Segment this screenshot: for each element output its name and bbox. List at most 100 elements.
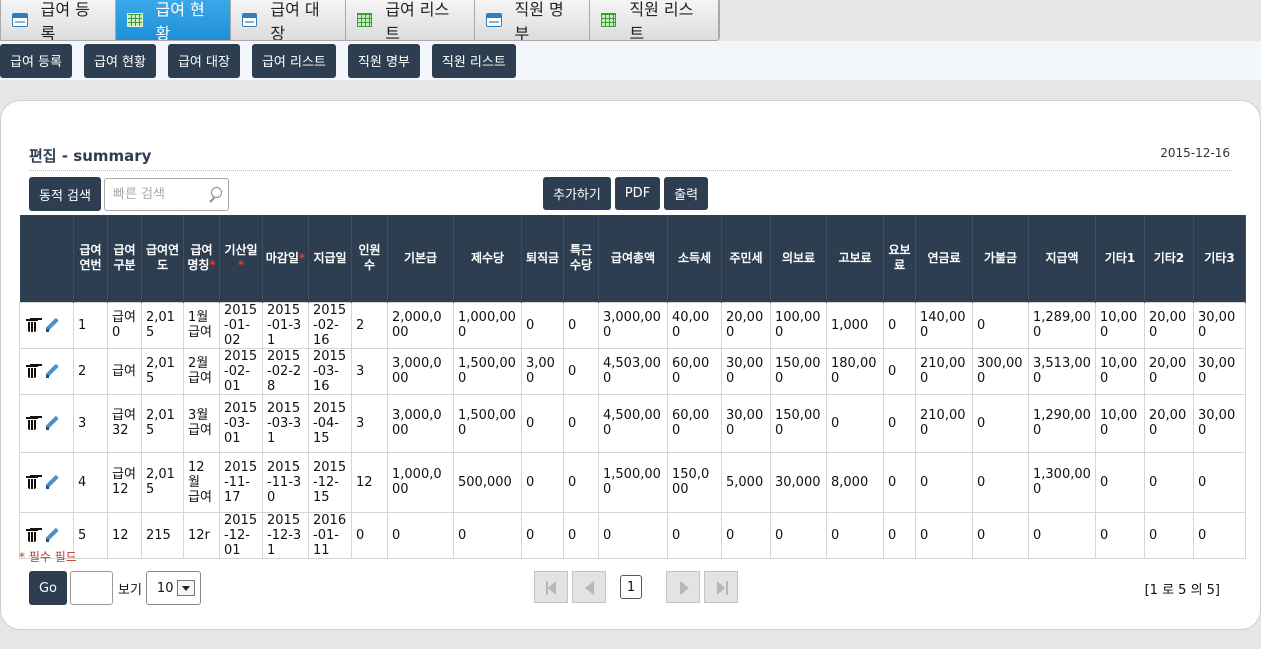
table-cell: 2,000,000: [387, 301, 454, 349]
first-page-button[interactable]: [534, 571, 568, 603]
pencil-icon[interactable]: [45, 475, 59, 489]
column-header[interactable]: 급여연번: [73, 215, 108, 302]
trash-icon[interactable]: [26, 528, 38, 542]
column-header[interactable]: 퇴직금: [521, 215, 564, 302]
column-header[interactable]: 특근수당: [563, 215, 599, 302]
table-cell: 150,000: [770, 393, 827, 453]
pencil-icon[interactable]: [45, 528, 59, 542]
print-button[interactable]: 출력: [664, 177, 709, 210]
table-cell: 20,000: [1144, 301, 1194, 349]
table-row[interactable]: 1 급여0 2,015 1월 급여 2015-01-02 2015-01-31 2015-0…: [19, 301, 1246, 349]
pencil-icon[interactable]: [45, 416, 59, 430]
column-header[interactable]: 기타1: [1095, 215, 1145, 302]
trash-icon[interactable]: [26, 364, 38, 378]
last-page-icon: [717, 581, 725, 595]
column-header-label: 연금료: [927, 250, 961, 265]
add-button[interactable]: 추가하기: [543, 177, 611, 210]
table-cell: 4,500,000: [598, 393, 668, 453]
table-row[interactable]: 3 급여32 2,015 3월 급여 2015-03-01 2015-03-31 2015-…: [19, 393, 1246, 453]
column-header[interactable]: 제수당: [453, 215, 522, 302]
quick-search-box[interactable]: [103, 177, 229, 211]
subnav-button-5[interactable]: 직원 명부: [347, 43, 420, 78]
column-header-label: 기본급: [403, 250, 438, 265]
column-header[interactable]: 가불금: [972, 215, 1029, 302]
tab-1[interactable]: 급여 등록: [1, 0, 116, 40]
table-cell: 0: [563, 301, 599, 349]
column-header[interactable]: 인원수: [351, 215, 388, 302]
pagination: 1: [534, 571, 742, 603]
trash-icon[interactable]: [26, 416, 38, 430]
table-cell: 2015-03-01: [219, 393, 263, 453]
table-cell: 0: [883, 301, 916, 349]
table-cell: 1,500,000: [453, 393, 522, 453]
dynamic-search-button[interactable]: 동적 검색: [29, 177, 101, 211]
column-header-label: 가불금: [983, 250, 1018, 265]
table-cell: 150,000: [770, 347, 827, 395]
current-page[interactable]: 1: [620, 575, 642, 599]
trash-icon[interactable]: [26, 318, 38, 332]
tab-5[interactable]: 직원 명부: [474, 0, 590, 40]
table-cell: 3: [351, 347, 388, 395]
prev-page-button[interactable]: [572, 571, 606, 603]
column-header[interactable]: 급여총액: [598, 215, 668, 302]
table-cell: 12r: [183, 511, 220, 559]
row-actions: [19, 301, 74, 349]
table-cell: 10,000: [1095, 393, 1145, 453]
table-cell: 0: [563, 451, 599, 513]
subnav-button-2[interactable]: 급여 현황: [83, 43, 156, 78]
tab-6[interactable]: 직원 리스트: [589, 0, 719, 40]
column-header[interactable]: 기타3: [1193, 215, 1246, 302]
column-header-label: 급여연도: [145, 243, 180, 273]
column-header[interactable]: 의보료: [770, 215, 827, 302]
first-page-icon: [548, 581, 556, 595]
chevron-down-icon[interactable]: [177, 580, 196, 596]
column-header[interactable]: 연금료: [915, 215, 973, 302]
column-header[interactable]: 급여연도: [141, 215, 184, 302]
table-cell: 0: [521, 451, 564, 513]
column-header[interactable]: 지급액: [1028, 215, 1096, 302]
table-cell: 2,015: [141, 347, 184, 395]
tab-2[interactable]: 급여 현황: [115, 0, 231, 40]
column-header[interactable]: 급여명칭*: [183, 215, 220, 302]
tab-4[interactable]: 급여 리스트: [345, 0, 475, 40]
goto-page-controls: Go 보기 10: [29, 571, 201, 605]
subnav-button-4[interactable]: 급여 리스트: [251, 43, 336, 78]
table-cell: 0: [521, 393, 564, 453]
column-header[interactable]: 소득세: [667, 215, 722, 302]
column-header[interactable]: 급여구분: [107, 215, 142, 302]
action-toolbar: 추가하기 PDF 출력: [543, 177, 712, 210]
pdf-button[interactable]: PDF: [614, 177, 661, 210]
row-actions: [19, 393, 74, 453]
table-cell: 60,000: [667, 347, 722, 395]
column-header[interactable]: 기타2: [1144, 215, 1194, 302]
search-icon[interactable]: [208, 187, 222, 201]
table-row[interactable]: 2 급여 2,015 2월 급여 2015-02-01 2015-02-28 2015-03…: [19, 347, 1246, 395]
table-cell: 3,000,000: [387, 347, 454, 395]
goto-page-input[interactable]: [70, 571, 113, 605]
trash-icon[interactable]: [26, 475, 38, 489]
column-header[interactable]: 지급일: [308, 215, 352, 302]
quick-search-input[interactable]: [110, 185, 203, 203]
column-header[interactable]: 주민세: [721, 215, 771, 302]
table-cell: 20,000: [721, 301, 771, 349]
table-cell: 3,000,000: [598, 301, 668, 349]
next-page-button[interactable]: [666, 571, 700, 603]
column-header[interactable]: 기산일*: [219, 215, 263, 302]
column-header-label: 의보료: [781, 250, 816, 265]
page-size-select[interactable]: 10: [145, 571, 201, 605]
pencil-icon[interactable]: [45, 318, 59, 332]
pencil-icon[interactable]: [45, 364, 59, 378]
column-header[interactable]: 마감일*: [262, 215, 309, 302]
column-header[interactable]: 기본급: [387, 215, 454, 302]
last-page-button[interactable]: [704, 571, 738, 603]
column-header[interactable]: 요보료: [883, 215, 916, 302]
subnav-button-1[interactable]: 급여 등록: [0, 43, 72, 78]
column-header[interactable]: 고보료: [826, 215, 884, 302]
table-row[interactable]: 4 급여12 2,015 12월 급여 2015-11-17 2015-11-30 2015…: [19, 451, 1246, 513]
table-cell: 0: [563, 393, 599, 453]
table-row[interactable]: 5 12 215 12r 2015-12-01 2015-12-31 2016-01-11 0…: [19, 511, 1246, 559]
subnav-button-3[interactable]: 급여 대장: [167, 43, 240, 78]
subnav-button-6[interactable]: 직원 리스트: [431, 43, 516, 78]
go-button[interactable]: Go: [29, 571, 67, 605]
tab-3[interactable]: 급여 대장: [230, 0, 346, 40]
